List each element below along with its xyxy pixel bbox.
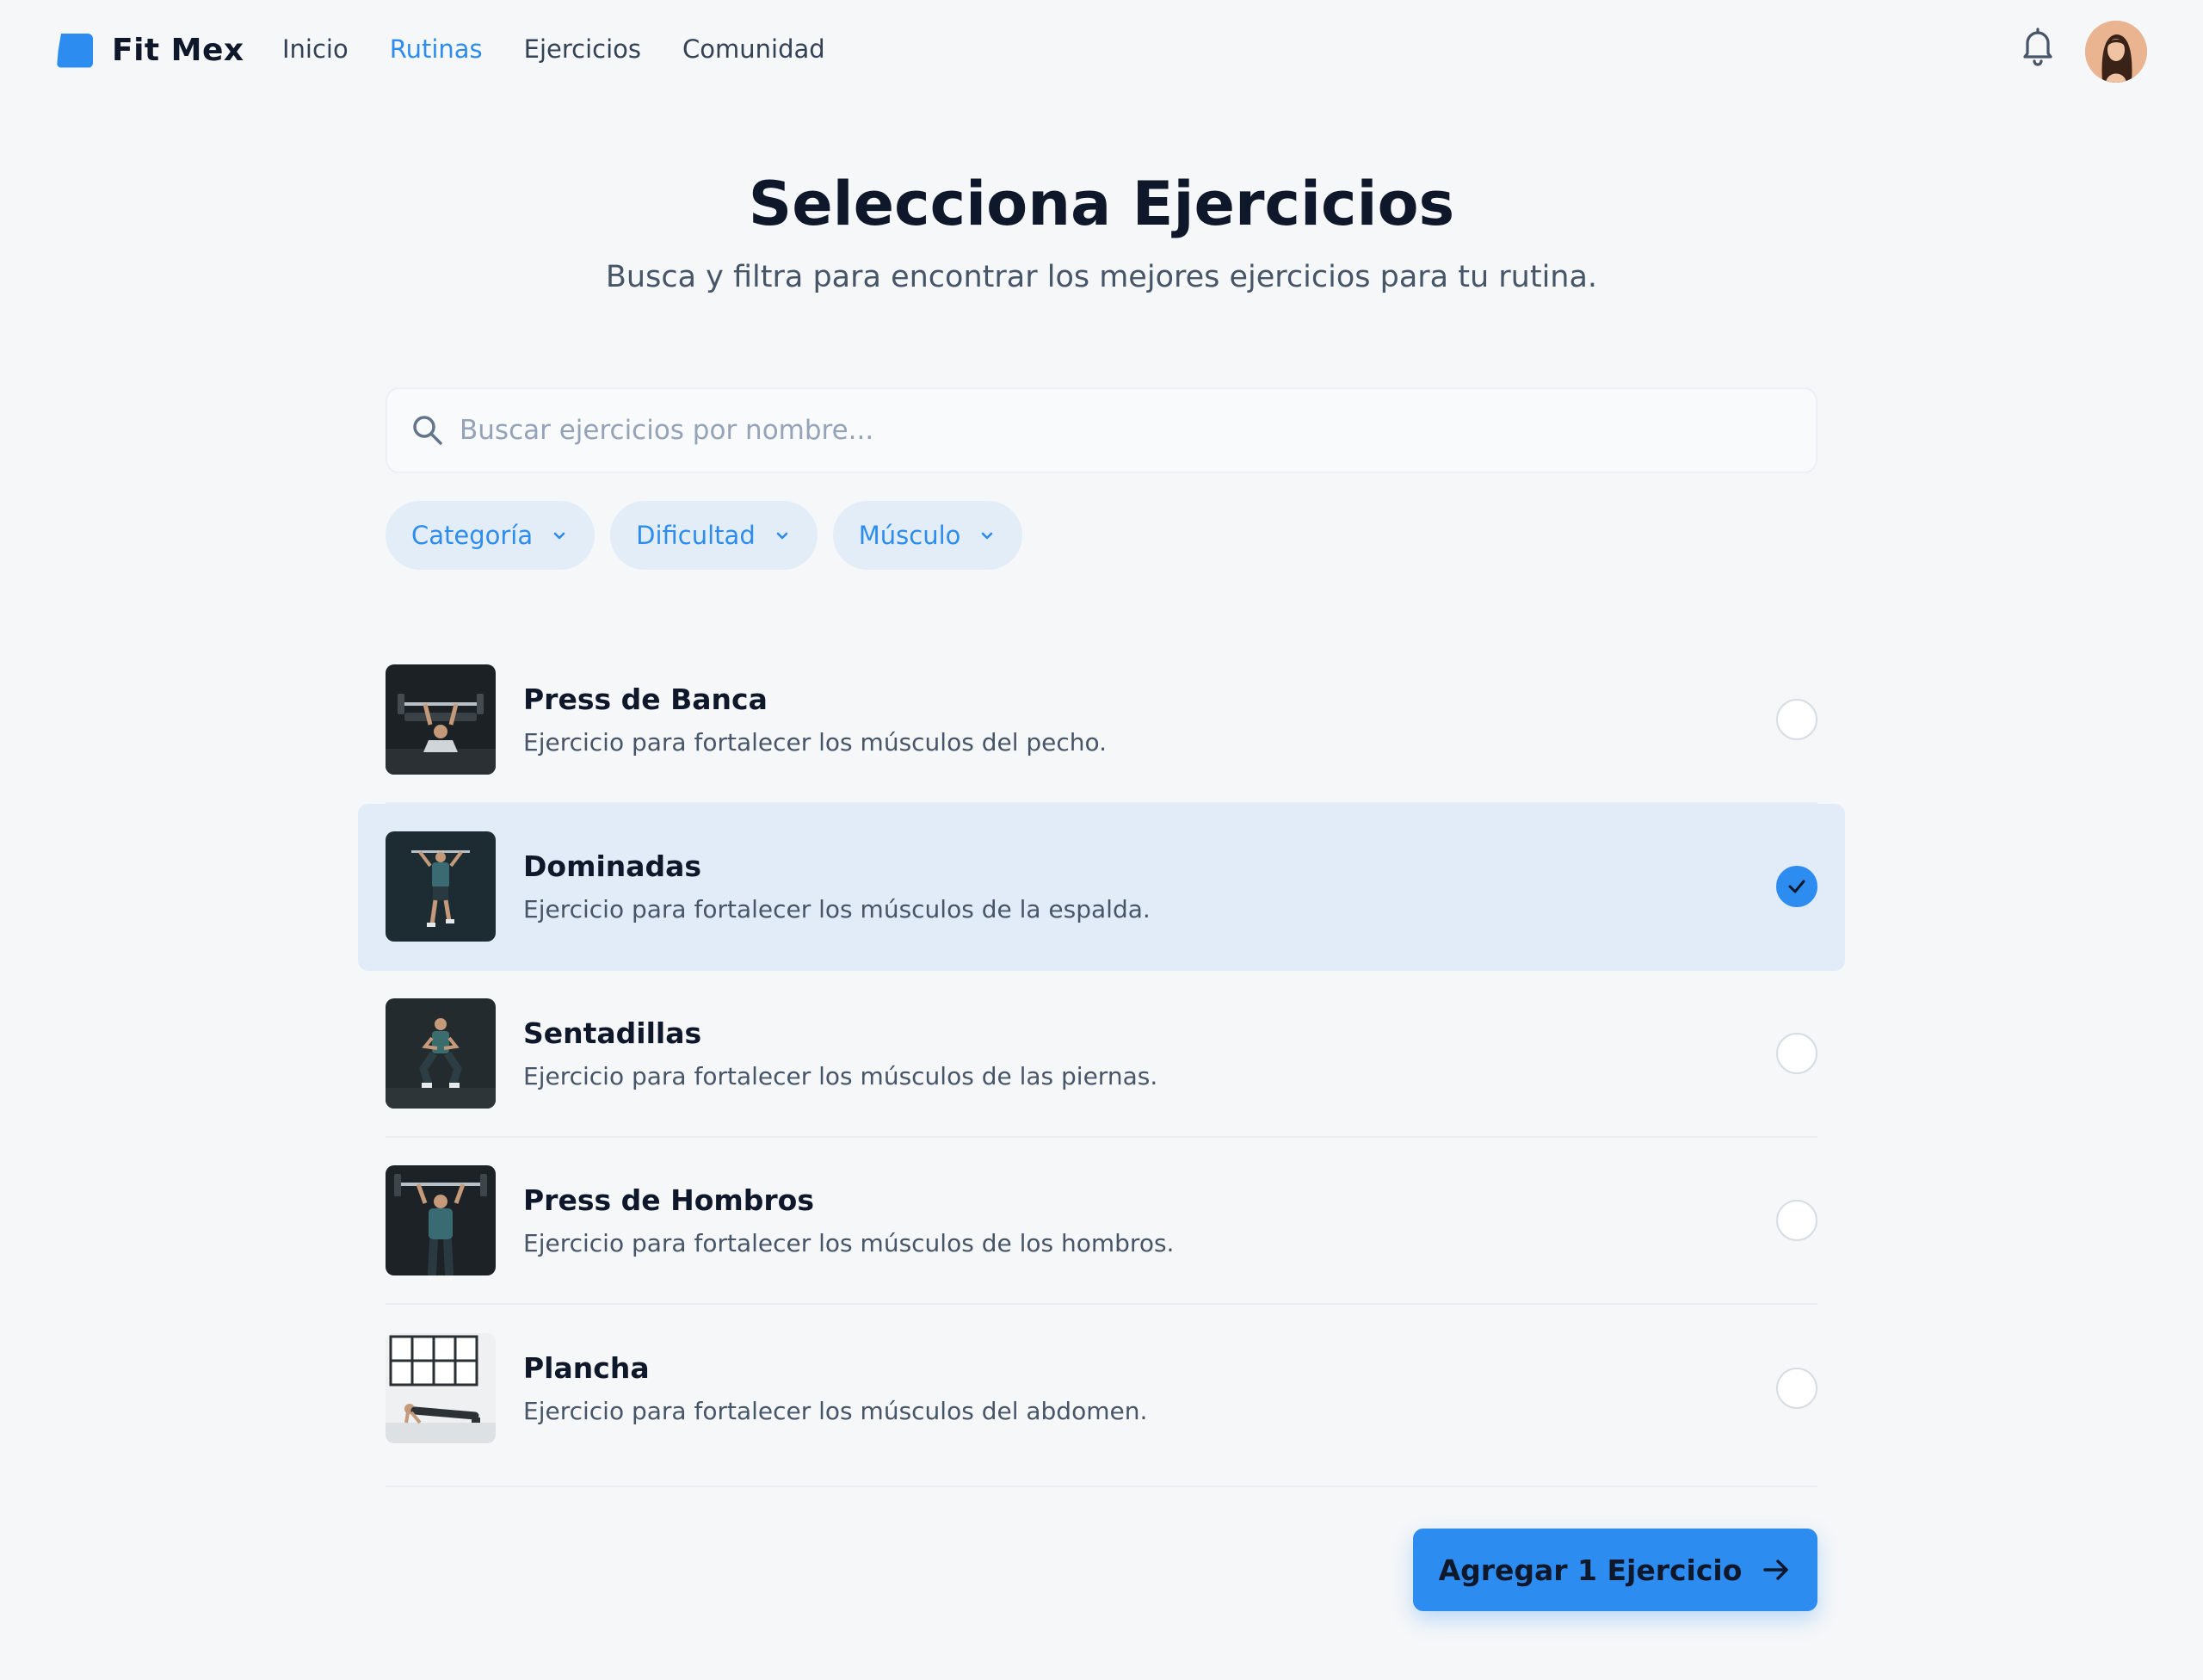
chevron-down-icon — [982, 532, 993, 540]
avatar[interactable] — [2085, 21, 2147, 83]
exercise-thumbnail — [386, 664, 496, 775]
logo-mark — [57, 33, 93, 68]
exercise-description: Ejercicio para fortalecer los músculos d… — [523, 728, 1108, 757]
exercise-list: Press de Banca Ejercicio para fortalecer… — [358, 637, 1845, 1472]
search-bar[interactable] — [386, 387, 1817, 473]
exercise-row[interactable]: Press de Hombros Ejercicio para fortalec… — [386, 1138, 1817, 1305]
exercise-row[interactable]: Press de Banca Ejercicio para fortalecer… — [386, 637, 1817, 804]
filter-bar: Categoría Dificultad Músculo — [386, 501, 1023, 570]
exercise-name: Press de Hombros — [523, 1183, 814, 1217]
filter-label: Músculo — [858, 521, 961, 550]
filter-categoria[interactable]: Categoría — [386, 501, 595, 570]
exercise-description: Ejercicio para fortalecer los músculos d… — [523, 1397, 1148, 1425]
exercise-row[interactable]: Plancha Ejercicio para fortalecer los mú… — [386, 1305, 1817, 1472]
page-subtitle: Busca y filtra para encontrar los mejore… — [605, 260, 1598, 294]
chevron-down-icon — [776, 532, 788, 540]
select-radio[interactable] — [1776, 1200, 1817, 1241]
exercise-thumbnail — [386, 831, 496, 942]
exercise-description: Ejercicio para fortalecer los músculos d… — [523, 1062, 1158, 1090]
check-icon — [1788, 880, 1805, 893]
filter-label: Categoría — [411, 521, 534, 550]
chevron-down-icon — [553, 532, 565, 540]
exercise-description: Ejercicio para fortalecer los músculos d… — [523, 895, 1151, 923]
nav-item-rutinas[interactable]: Rutinas — [390, 34, 483, 64]
arrow-right-icon — [1763, 1560, 1789, 1580]
app-logo[interactable]: Fit Mex — [57, 33, 244, 68]
exercise-thumbnail — [386, 1165, 496, 1275]
nav-item-comunidad[interactable]: Comunidad — [682, 34, 825, 64]
main-nav: Inicio Rutinas Ejercicios Comunidad — [282, 34, 825, 64]
select-radio[interactable] — [1776, 1033, 1817, 1074]
exercise-thumbnail — [386, 1333, 496, 1443]
bell-icon[interactable] — [2021, 26, 2055, 67]
exercise-name: Plancha — [523, 1351, 650, 1385]
search-icon — [413, 416, 442, 445]
filter-dificultad[interactable]: Dificultad — [610, 501, 818, 570]
filter-musculo[interactable]: Músculo — [832, 501, 1023, 570]
add-exercise-label: Agregar 1 Ejercicio — [1438, 1553, 1743, 1587]
app-name: Fit Mex — [112, 33, 244, 68]
exercise-thumbnail — [386, 998, 496, 1109]
filter-label: Dificultad — [636, 521, 756, 550]
exercise-row[interactable]: Dominadas Ejercicio para fortalecer los … — [358, 804, 1845, 971]
page-title: Selecciona Ejercicios — [748, 169, 1455, 239]
exercise-description: Ejercicio para fortalecer los músculos d… — [523, 1229, 1175, 1257]
select-radio[interactable] — [1776, 699, 1817, 740]
select-radio[interactable] — [1776, 1368, 1817, 1409]
exercise-name: Dominadas — [523, 849, 702, 883]
nav-item-ejercicios[interactable]: Ejercicios — [524, 34, 641, 64]
exercise-name: Sentadillas — [523, 1016, 702, 1050]
exercise-row[interactable]: Sentadillas Ejercicio para fortalecer lo… — [386, 971, 1817, 1138]
exercise-name: Press de Banca — [523, 682, 768, 716]
top-navbar: Fit Mex Inicio Rutinas Ejercicios Comuni… — [0, 0, 2203, 103]
search-input[interactable] — [460, 415, 1750, 446]
list-divider — [386, 1485, 1817, 1487]
nav-item-inicio[interactable]: Inicio — [282, 34, 349, 64]
add-exercise-button[interactable]: Agregar 1 Ejercicio — [1413, 1529, 1817, 1611]
select-radio[interactable] — [1776, 866, 1817, 907]
